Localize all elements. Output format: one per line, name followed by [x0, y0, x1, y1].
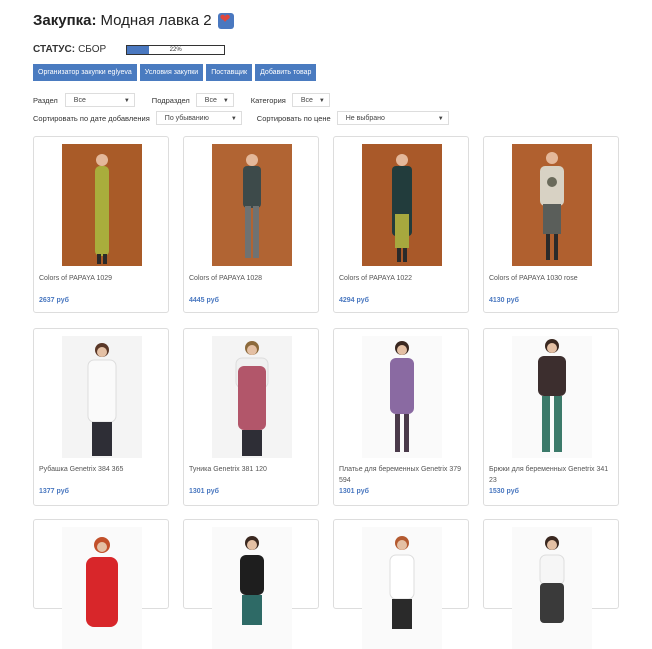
product-photo[interactable] — [512, 144, 592, 266]
sort-date-select-value: По убыванию — [164, 115, 209, 122]
progress-bar: 22% — [126, 44, 226, 55]
product-card[interactable]: Colors of PAPAYA 1030 rose 4130 руб — [483, 136, 619, 313]
product-photo[interactable] — [362, 527, 442, 649]
product-price: 1301 руб — [189, 488, 219, 495]
product-card[interactable]: Платье для беременных Genetrix 379 594 1… — [333, 328, 469, 506]
category-select-value: Все — [300, 97, 313, 104]
product-photo[interactable] — [212, 527, 292, 649]
product-name[interactable]: Рубашка Genetrix 384 365 — [39, 464, 165, 475]
chevron-down-icon: ▼ — [318, 98, 325, 104]
product-name[interactable]: Colors of PAPAYA 1029 — [39, 273, 165, 284]
status-value: СБОР — [78, 44, 107, 55]
section-select[interactable]: Все ▼ — [64, 93, 135, 107]
product-photo[interactable] — [212, 144, 292, 266]
sort-price-label: Сортировать по цене — [256, 113, 331, 123]
supplier-button[interactable]: Поставщик — [206, 64, 253, 81]
product-price: 2637 руб — [39, 297, 69, 304]
subsection-label: Подраздел — [151, 95, 190, 105]
product-name[interactable]: Брюки для беременных Genetrix 341 23 — [489, 464, 615, 486]
sort-date-label: Сортировать по дате добавления — [33, 113, 150, 123]
product-card[interactable] — [183, 519, 319, 649]
product-card[interactable]: Colors of PAPAYA 1029 2637 руб — [33, 136, 169, 313]
product-photo[interactable] — [362, 336, 442, 458]
product-card[interactable]: Брюки для беременных Genetrix 341 23 153… — [483, 328, 619, 506]
product-card[interactable] — [33, 519, 169, 649]
category-label: Категория — [250, 95, 286, 105]
chevron-down-icon: ▼ — [230, 116, 237, 122]
progress-text: 22% — [169, 46, 182, 53]
product-price: 4445 руб — [189, 297, 219, 304]
sort-price-select[interactable]: Не выбрано ▼ — [336, 111, 449, 125]
purchase-name: Модная лавка 2 — [100, 12, 212, 29]
product-name[interactable]: Colors of PAPAYA 1028 — [189, 273, 315, 284]
product-name[interactable]: Туника Genetrix 381 120 — [189, 464, 315, 475]
status-label: СТАТУС: — [33, 44, 76, 55]
chevron-down-icon: ▼ — [123, 98, 130, 104]
filters: Раздел Все ▼ Подраздел Все ▼ Категория Все… — [33, 92, 449, 128]
product-card[interactable]: Colors of PAPAYA 1028 4445 руб — [183, 136, 319, 313]
product-card[interactable]: Colors of PAPAYA 1022 4294 руб — [333, 136, 469, 313]
subsection-select-value: Все — [204, 97, 217, 104]
product-photo[interactable] — [62, 336, 142, 458]
product-photo[interactable] — [512, 527, 592, 649]
heart-icon[interactable] — [217, 12, 234, 29]
page-title: Закупка: Модная лавка 2 — [33, 12, 234, 29]
chevron-down-icon: ▼ — [437, 116, 444, 122]
section-select-value: Все — [73, 97, 86, 104]
product-price: 1377 руб — [39, 488, 69, 495]
product-name[interactable]: Платье для беременных Genetrix 379 594 — [339, 464, 465, 486]
status-row: СТАТУС: СБОР 22% — [33, 44, 226, 55]
terms-button[interactable]: Условия закупки — [139, 64, 204, 81]
product-photo[interactable] — [362, 144, 442, 266]
product-photo[interactable] — [512, 336, 592, 458]
product-card[interactable]: Рубашка Genetrix 384 365 1377 руб — [33, 328, 169, 506]
chevron-down-icon: ▼ — [222, 98, 229, 104]
section-label: Раздел — [33, 95, 58, 105]
product-card[interactable] — [333, 519, 469, 649]
product-card[interactable]: Туника Genetrix 381 120 1301 руб — [183, 328, 319, 506]
sort-date-select[interactable]: По убыванию ▼ — [155, 111, 242, 125]
product-photo[interactable] — [212, 336, 292, 458]
action-buttons: Организатор закупки eglyeva Условия заку… — [33, 64, 317, 81]
product-card[interactable] — [483, 519, 619, 649]
product-price: 4130 руб — [489, 297, 519, 304]
sort-price-select-value: Не выбрано — [345, 115, 385, 122]
product-price: 4294 руб — [339, 297, 369, 304]
add-product-button[interactable]: Добавить товар — [255, 64, 317, 81]
title-label: Закупка: — [33, 12, 97, 29]
product-name[interactable]: Colors of PAPAYA 1030 rose — [489, 273, 615, 284]
organizer-button[interactable]: Организатор закупки eglyeva — [33, 64, 137, 81]
product-photo[interactable] — [62, 527, 142, 649]
category-select[interactable]: Все ▼ — [291, 93, 330, 107]
product-price: 1301 руб — [339, 488, 369, 495]
product-photo[interactable] — [62, 144, 142, 266]
subsection-select[interactable]: Все ▼ — [195, 93, 234, 107]
product-name[interactable]: Colors of PAPAYA 1022 — [339, 273, 465, 284]
product-price: 1530 руб — [489, 488, 519, 495]
